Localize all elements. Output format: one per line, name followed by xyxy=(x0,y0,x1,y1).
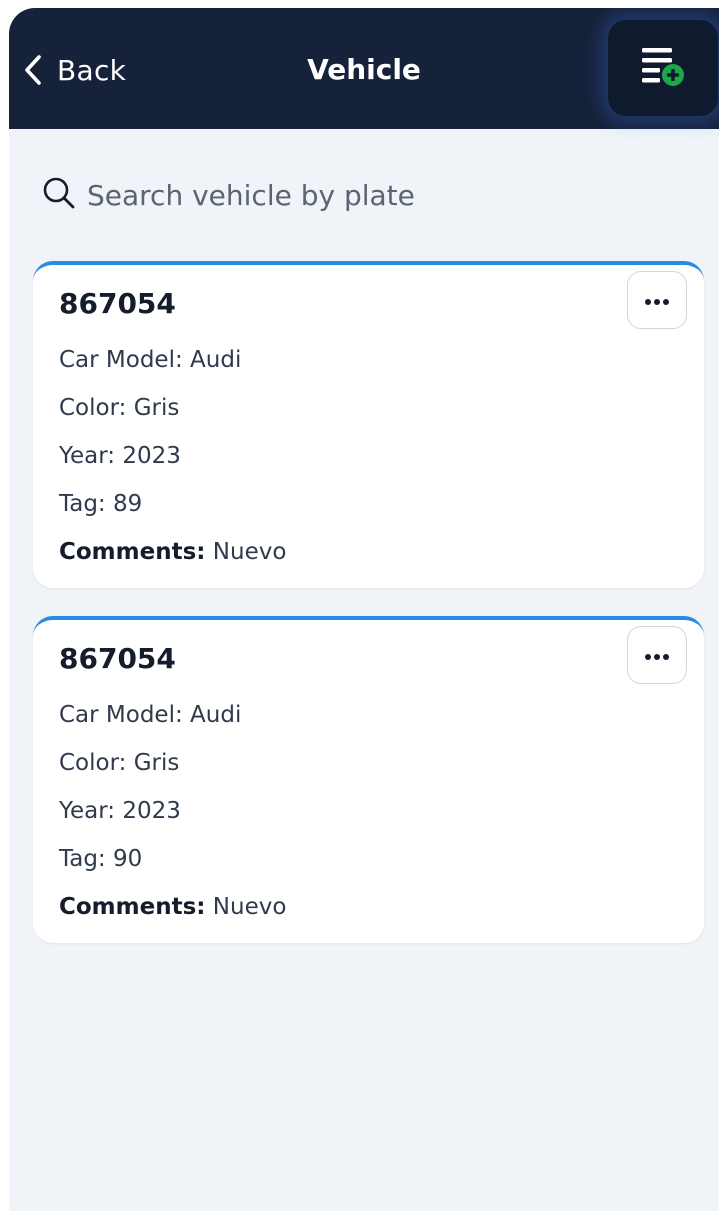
model-label: Car Model: xyxy=(59,702,183,728)
comments-label: Comments: xyxy=(59,539,206,565)
tag-value: 90 xyxy=(113,846,143,872)
tag-label: Tag: xyxy=(59,491,106,517)
more-horizontal-icon xyxy=(644,291,670,310)
year-value: 2023 xyxy=(122,443,181,469)
comments-value: Nuevo xyxy=(212,539,287,565)
more-horizontal-icon xyxy=(644,646,670,665)
comments-value: Nuevo xyxy=(212,894,287,920)
model-label: Car Model: xyxy=(59,347,183,373)
header-bar: Back Vehicle xyxy=(9,8,719,129)
color-value: Gris xyxy=(133,750,180,776)
vehicle-year: Year: 2023 xyxy=(59,798,181,824)
app-frame: Back Vehicle Search vehicle by plate 867… xyxy=(9,8,719,1211)
vehicle-tag: Tag: 90 xyxy=(59,846,142,872)
comments-label: Comments: xyxy=(59,894,206,920)
vehicle-card[interactable]: 867054 Car Model: Audi Color: Gris Year:… xyxy=(33,616,704,943)
year-label: Year: xyxy=(59,798,116,824)
vehicle-card[interactable]: 867054 Car Model: Audi Color: Gris Year:… xyxy=(33,261,704,588)
tag-value: 89 xyxy=(113,491,143,517)
vehicle-year: Year: 2023 xyxy=(59,443,181,469)
vehicle-comments: Comments: Nuevo xyxy=(59,539,286,565)
vehicle-model: Car Model: Audi xyxy=(59,347,241,373)
color-label: Color: xyxy=(59,395,127,421)
vehicle-plate: 867054 xyxy=(59,287,176,320)
search-icon xyxy=(41,175,77,215)
more-options-button[interactable] xyxy=(627,271,687,329)
vehicle-color: Color: Gris xyxy=(59,395,179,421)
model-value: Audi xyxy=(190,347,242,373)
search-input[interactable] xyxy=(87,178,647,212)
vehicle-model: Car Model: Audi xyxy=(59,702,241,728)
vehicle-color: Color: Gris xyxy=(59,750,179,776)
search-bar xyxy=(41,173,681,217)
add-vehicle-button[interactable] xyxy=(608,20,718,116)
year-value: 2023 xyxy=(122,798,181,824)
tag-label: Tag: xyxy=(59,846,106,872)
list-add-icon xyxy=(640,44,686,92)
model-value: Audi xyxy=(190,702,242,728)
more-options-button[interactable] xyxy=(627,626,687,684)
vehicle-comments: Comments: Nuevo xyxy=(59,894,286,920)
color-value: Gris xyxy=(133,395,180,421)
year-label: Year: xyxy=(59,443,116,469)
vehicle-plate: 867054 xyxy=(59,642,176,675)
color-label: Color: xyxy=(59,750,127,776)
vehicle-tag: Tag: 89 xyxy=(59,491,142,517)
